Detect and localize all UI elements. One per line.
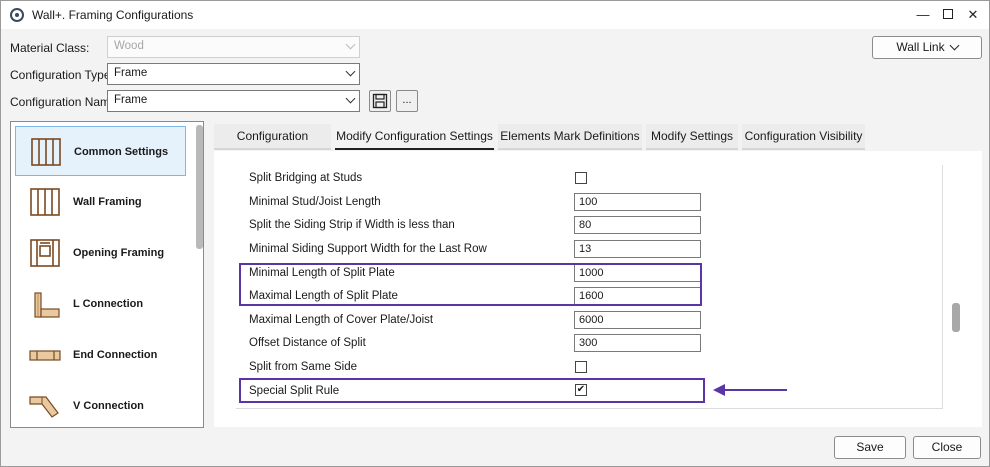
siding-support-width-input[interactable]: 13 (574, 240, 701, 258)
material-class-label: Material Class: (10, 41, 90, 55)
v-connection-icon (29, 396, 59, 418)
studs-icon (31, 138, 61, 166)
nav-item-common-settings[interactable]: Common Settings (15, 126, 186, 176)
configuration-name-value: Frame (114, 94, 148, 106)
l-connection-icon (34, 292, 60, 318)
configuration-type-label: Configuration Type: (10, 68, 114, 82)
nav-label: V Connection (73, 400, 144, 412)
floppy-disk-icon (372, 93, 388, 109)
siding-strip-width-input[interactable]: 80 (574, 216, 701, 234)
nav-item-wall-framing[interactable]: Wall Framing (15, 177, 186, 227)
nav-label: Common Settings (74, 146, 169, 158)
minimize-button[interactable]: — (910, 4, 936, 26)
nav-item-l-connection[interactable]: L Connection (15, 279, 186, 329)
nav-item-end-connection[interactable]: End Connection (15, 330, 186, 380)
setting-label: Offset Distance of Split (249, 337, 366, 349)
configuration-type-select[interactable]: Frame (107, 63, 360, 85)
scrollbar-thumb[interactable] (196, 125, 203, 249)
setting-label: Minimal Stud/Joist Length (249, 196, 381, 208)
maximize-icon (943, 9, 953, 20)
tab-configuration-visibility[interactable]: Configuration Visibility (742, 124, 865, 150)
tab-configuration-settings[interactable]: Configuration Settings (214, 124, 331, 167)
minimal-stud-length-input[interactable]: 100 (574, 193, 701, 211)
nav-item-v-connection[interactable]: V Connection (15, 381, 186, 427)
nav-label: Wall Framing (73, 196, 142, 208)
chevron-down-icon (345, 66, 356, 77)
nav-label: L Connection (73, 298, 144, 310)
close-button[interactable]: Close (913, 436, 981, 459)
split-bridging-checkbox[interactable] (575, 172, 587, 184)
save-button[interactable]: Save (834, 436, 906, 459)
maximal-cover-plate-length-input[interactable]: 6000 (574, 311, 701, 329)
tab-modify-configuration-settings[interactable]: Modify Configuration Settings (335, 124, 494, 150)
configuration-name-label: Configuration Name: (10, 95, 121, 109)
setting-label: Split Bridging at Studs (249, 172, 363, 184)
annotation-arrow-icon (713, 384, 787, 396)
nav-label: End Connection (73, 349, 158, 361)
configuration-type-value: Frame (114, 67, 148, 79)
opening-framing-icon (30, 239, 60, 267)
browse-configuration-button[interactable]: ... (396, 90, 418, 112)
title-bar: Wall+. Framing Configurations — ✕ (1, 1, 989, 29)
tab-modify-settings[interactable]: Modify Settings (646, 124, 738, 150)
settings-scrollbar-thumb[interactable] (952, 303, 960, 332)
setting-label: Maximal Length of Cover Plate/Joist (249, 314, 434, 326)
close-window-button[interactable]: ✕ (960, 4, 986, 26)
nav-label: Opening Framing (73, 247, 165, 259)
setting-label: Split the Siding Strip if Width is less … (249, 219, 455, 231)
highlight-box-split-plate (239, 263, 702, 306)
framing-configurations-window: Wall+. Framing Configurations — ✕ Materi… (0, 0, 990, 467)
wall-framing-icon (30, 188, 60, 216)
setting-label: Minimal Siding Support Width for the Las… (249, 243, 487, 255)
window-title: Wall+. Framing Configurations (32, 8, 194, 22)
material-class-select: Wood (107, 36, 360, 58)
split-same-side-checkbox[interactable] (575, 361, 587, 373)
chevron-down-icon (345, 93, 356, 104)
wall-link-button[interactable]: Wall Link (872, 36, 982, 59)
configuration-name-select[interactable]: Frame (107, 90, 360, 112)
category-list-scrollbar[interactable] (194, 122, 203, 427)
app-logo-icon (10, 8, 24, 22)
setting-label: Split from Same Side (249, 361, 358, 373)
tab-elements-mark-definitions[interactable]: Elements Mark Definitions (498, 124, 642, 150)
end-connection-icon (29, 350, 61, 361)
save-configuration-button[interactable] (369, 90, 391, 112)
offset-distance-input[interactable]: 300 (574, 334, 701, 352)
nav-item-opening-framing[interactable]: Opening Framing (15, 228, 186, 278)
chevron-down-icon (345, 39, 356, 50)
wall-link-label: Wall Link (896, 40, 945, 54)
settings-tabs: Configuration Settings Modify Configurat… (214, 124, 982, 167)
chevron-down-icon (949, 40, 960, 51)
material-class-value: Wood (114, 40, 144, 52)
maximize-button[interactable] (935, 4, 961, 26)
category-list: Common Settings Wall Framing Opening Fra… (10, 121, 204, 428)
highlight-box-special-split-rule (239, 378, 705, 403)
